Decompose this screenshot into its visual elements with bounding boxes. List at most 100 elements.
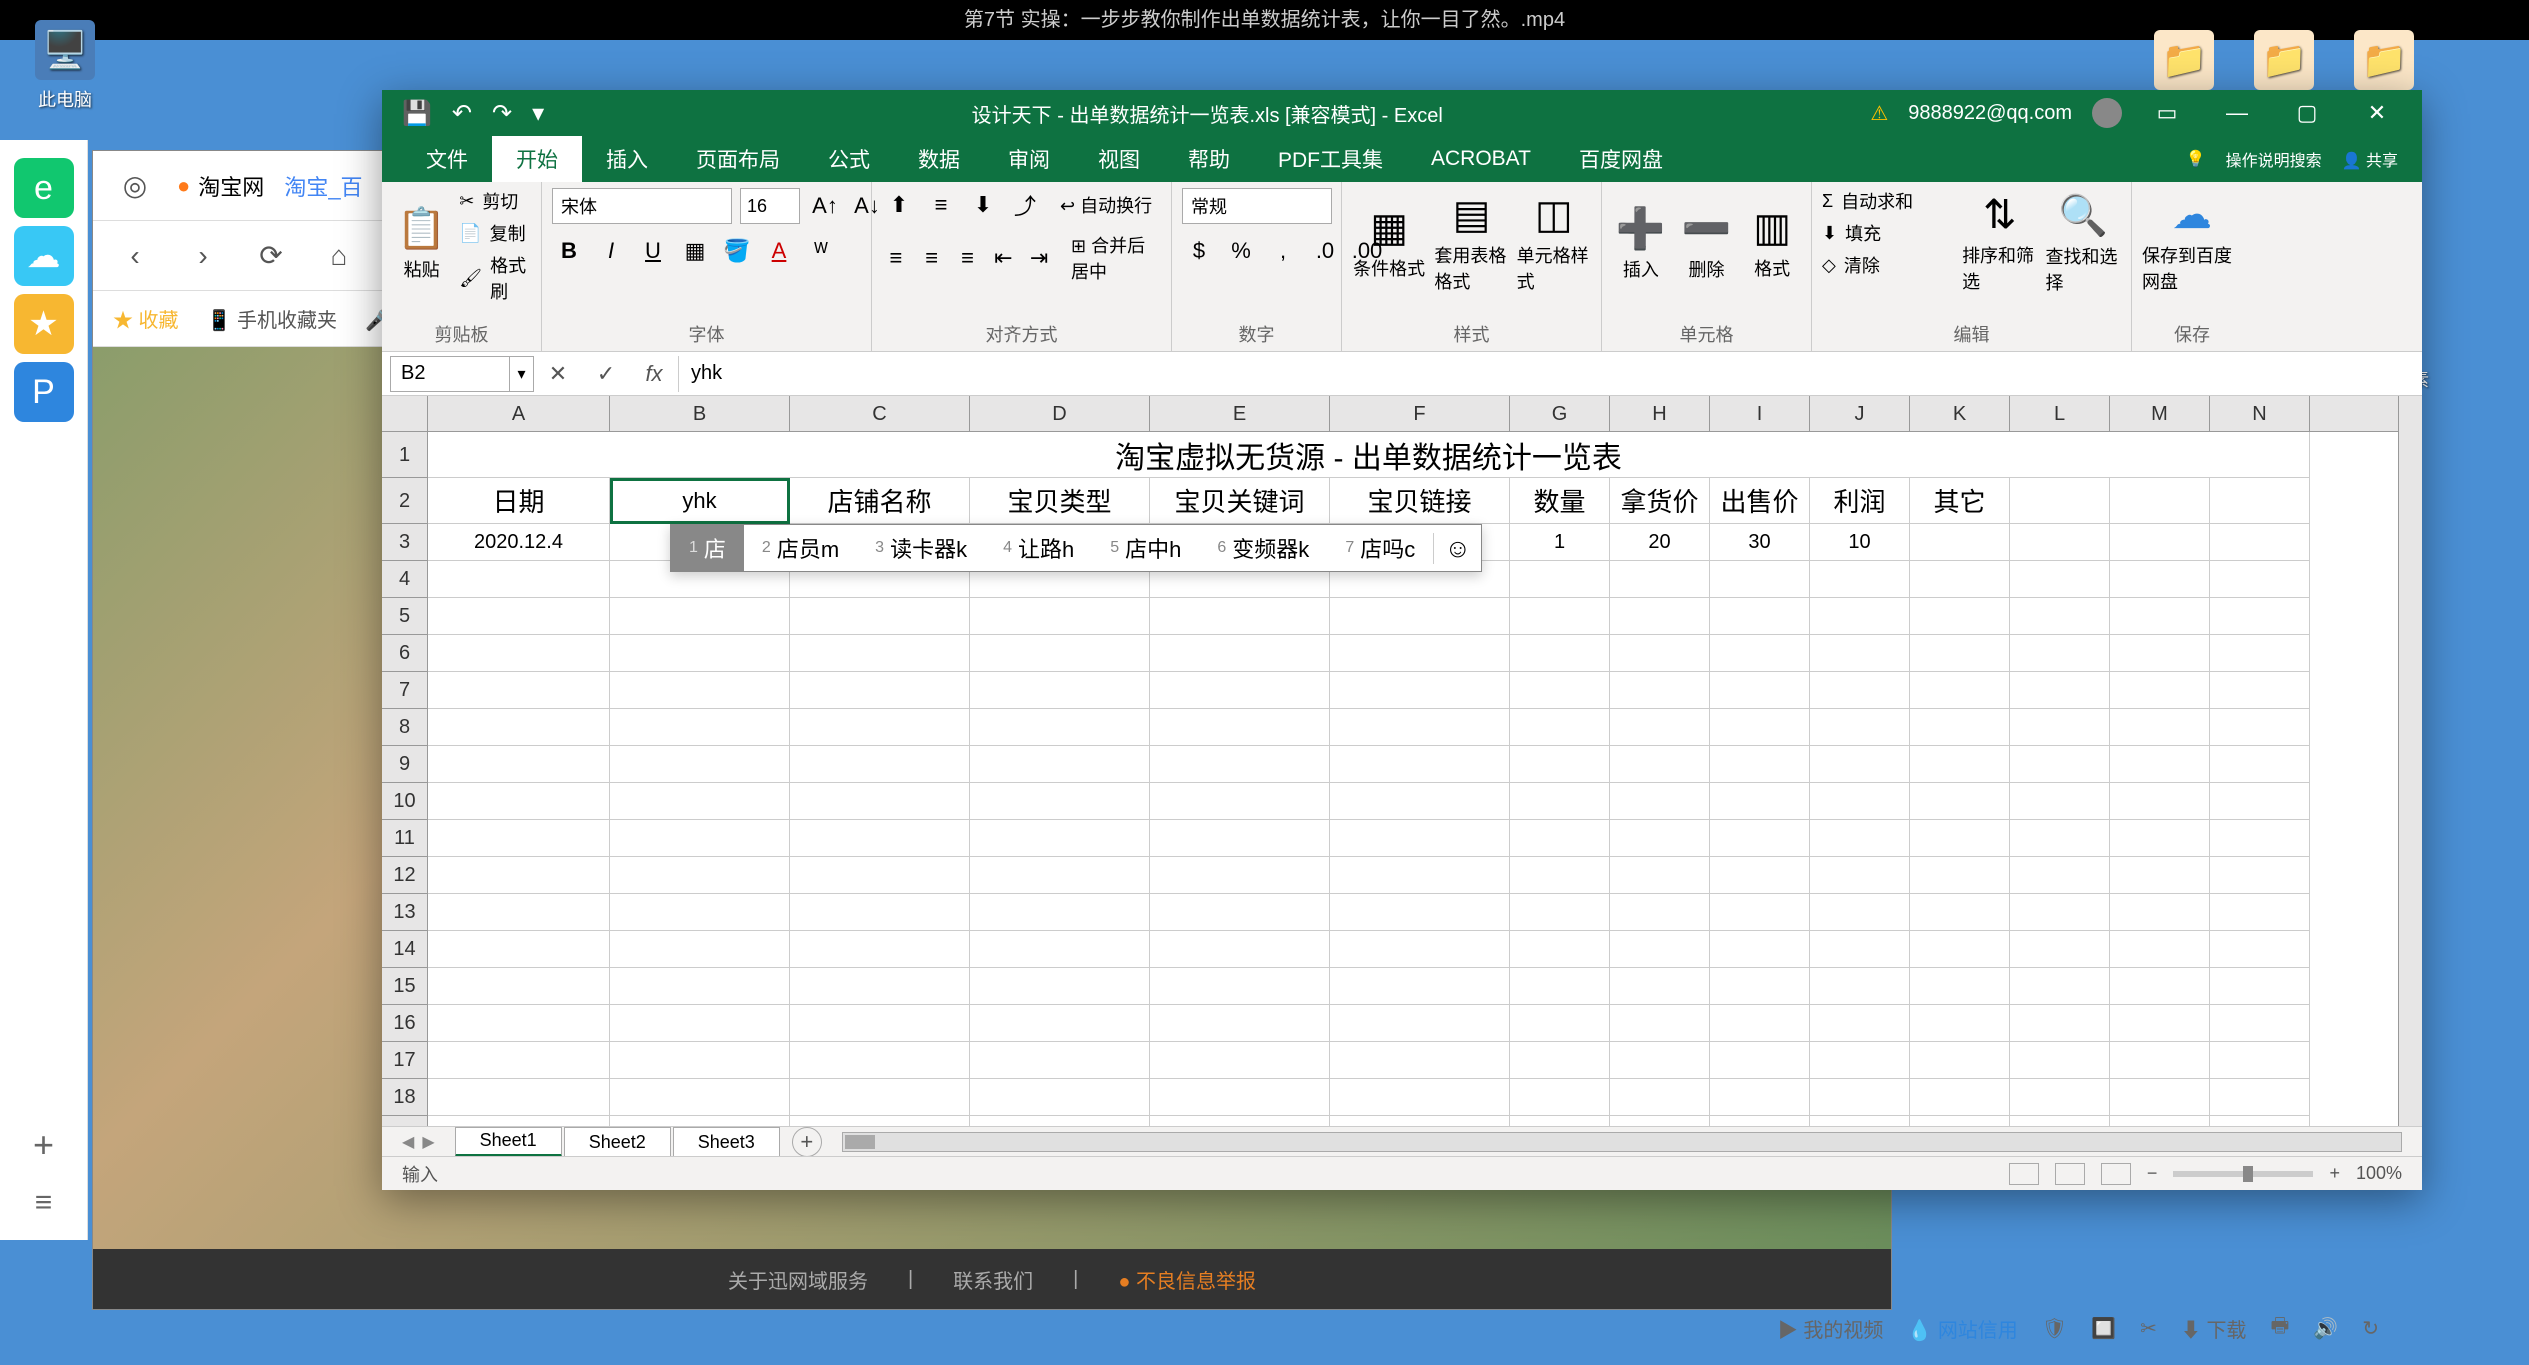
cell-H4[interactable] (1610, 561, 1710, 598)
cell-N13[interactable] (2210, 894, 2310, 931)
tab-formula[interactable]: 公式 (804, 136, 894, 182)
qat-more-icon[interactable]: ▾ (532, 99, 544, 128)
row-header-15[interactable]: 15 (382, 968, 427, 1005)
align-center-icon[interactable]: ≡ (918, 241, 946, 275)
cell-K16[interactable] (1910, 1005, 2010, 1042)
font-name-input[interactable] (552, 188, 732, 224)
cell-I11[interactable] (1710, 820, 1810, 857)
cell-N7[interactable] (2210, 672, 2310, 709)
row-header-16[interactable]: 16 (382, 1005, 427, 1042)
cell-G12[interactable] (1510, 857, 1610, 894)
cell-A8[interactable] (428, 709, 610, 746)
tab-layout[interactable]: 页面布局 (672, 136, 804, 182)
ime-emoji-icon[interactable]: ☺ (1433, 533, 1481, 564)
cell-M18[interactable] (2110, 1079, 2210, 1116)
view-normal-icon[interactable] (2009, 1163, 2039, 1185)
cell-H9[interactable] (1610, 746, 1710, 783)
tab-file[interactable]: 文件 (402, 136, 492, 182)
cell-M12[interactable] (2110, 857, 2210, 894)
col-header-A[interactable]: A (428, 396, 610, 431)
cell-G14[interactable] (1510, 931, 1610, 968)
cell-D11[interactable] (970, 820, 1150, 857)
cell-N17[interactable] (2210, 1042, 2310, 1079)
cell-F14[interactable] (1330, 931, 1510, 968)
save-icon[interactable]: 💾 (402, 99, 432, 128)
row-header-8[interactable]: 8 (382, 709, 427, 746)
cell-J6[interactable] (1810, 635, 1910, 672)
cell-F9[interactable] (1330, 746, 1510, 783)
clear-button[interactable]: ◇ 清除 (1822, 252, 1954, 278)
cell-L3[interactable] (2010, 524, 2110, 561)
cell-style-button[interactable]: ◫单元格样式 (1517, 188, 1591, 298)
col-header-E[interactable]: E (1150, 396, 1330, 431)
cell-C6[interactable] (790, 635, 970, 672)
cell-D9[interactable] (970, 746, 1150, 783)
tab-help[interactable]: 帮助 (1164, 136, 1254, 182)
delete-cell-button[interactable]: ➖删除 (1678, 188, 1736, 298)
cell-I9[interactable] (1710, 746, 1810, 783)
browser-tab-2[interactable]: 淘宝_百 (284, 170, 362, 202)
back-button[interactable]: ‹ (113, 234, 157, 278)
cell-M19[interactable] (2110, 1116, 2210, 1126)
redo-icon[interactable]: ↷ (492, 99, 512, 128)
cell-A17[interactable] (428, 1042, 610, 1079)
cell-L5[interactable] (2010, 598, 2110, 635)
cell-J18[interactable] (1810, 1079, 1910, 1116)
cell-C8[interactable] (790, 709, 970, 746)
tab-pdf[interactable]: PDF工具集 (1254, 136, 1407, 182)
cell-C12[interactable] (790, 857, 970, 894)
header-cell-A[interactable]: 日期 (428, 478, 610, 524)
cell-L4[interactable] (2010, 561, 2110, 598)
cell-N19[interactable] (2210, 1116, 2310, 1126)
account-avatar-icon[interactable] (2092, 98, 2122, 128)
select-all-corner[interactable] (382, 396, 428, 431)
cell-G9[interactable] (1510, 746, 1610, 783)
sheet-nav-next[interactable]: ▶ (422, 1132, 434, 1152)
header-cell-H[interactable]: 拿货价 (1610, 478, 1710, 524)
cell-B13[interactable] (610, 894, 790, 931)
cell-I12[interactable] (1710, 857, 1810, 894)
cell-M7[interactable] (2110, 672, 2210, 709)
cell-E19[interactable] (1150, 1116, 1330, 1126)
header-cell-I[interactable]: 出售价 (1710, 478, 1810, 524)
cell-J7[interactable] (1810, 672, 1910, 709)
cell-A19[interactable] (428, 1116, 610, 1126)
col-header-L[interactable]: L (2010, 396, 2110, 431)
cell-E14[interactable] (1150, 931, 1330, 968)
cell-B9[interactable] (610, 746, 790, 783)
ime-candidate-1[interactable]: 1店 (671, 525, 744, 571)
indent-inc-icon[interactable]: ⇥ (1025, 241, 1053, 275)
cell-J11[interactable] (1810, 820, 1910, 857)
cell-D12[interactable] (970, 857, 1150, 894)
bookmark-1[interactable]: 📱 手机收藏夹 (207, 304, 337, 333)
col-header-F[interactable]: F (1330, 396, 1510, 431)
cell-B17[interactable] (610, 1042, 790, 1079)
bold-button[interactable]: B (552, 234, 586, 268)
ime-candidate-4[interactable]: 4让路h (985, 525, 1092, 571)
cell-I4[interactable] (1710, 561, 1810, 598)
taskbar-app-edge[interactable]: e (14, 158, 74, 218)
tab-data[interactable]: 数据 (894, 136, 984, 182)
col-header-C[interactable]: C (790, 396, 970, 431)
sheet-tab-1[interactable]: Sheet1 (455, 1127, 562, 1157)
cell-N12[interactable] (2210, 857, 2310, 894)
tab-insert[interactable]: 插入 (582, 136, 672, 182)
table-format-button[interactable]: ▤套用表格格式 (1434, 188, 1508, 298)
cell-L18[interactable] (2010, 1079, 2110, 1116)
font-size-input[interactable] (740, 188, 800, 224)
cell-D18[interactable] (970, 1079, 1150, 1116)
forward-button[interactable]: › (181, 234, 225, 278)
ribbon-opts-icon[interactable]: ▭ (2142, 90, 2192, 136)
browser-target-icon[interactable]: ◎ (113, 164, 157, 208)
cell-N2[interactable] (2210, 478, 2310, 524)
align-right-icon[interactable]: ≡ (954, 241, 982, 275)
cell-L10[interactable] (2010, 783, 2110, 820)
cell-H6[interactable] (1610, 635, 1710, 672)
cell-K13[interactable] (1910, 894, 2010, 931)
cell-D10[interactable] (970, 783, 1150, 820)
row-header-10[interactable]: 10 (382, 783, 427, 820)
cell-F17[interactable] (1330, 1042, 1510, 1079)
cell-I3[interactable]: 30 (1710, 524, 1810, 561)
row-header-2[interactable]: 2 (382, 478, 427, 524)
bottom-credit[interactable]: 💧 网站信用 (1907, 1314, 2017, 1343)
